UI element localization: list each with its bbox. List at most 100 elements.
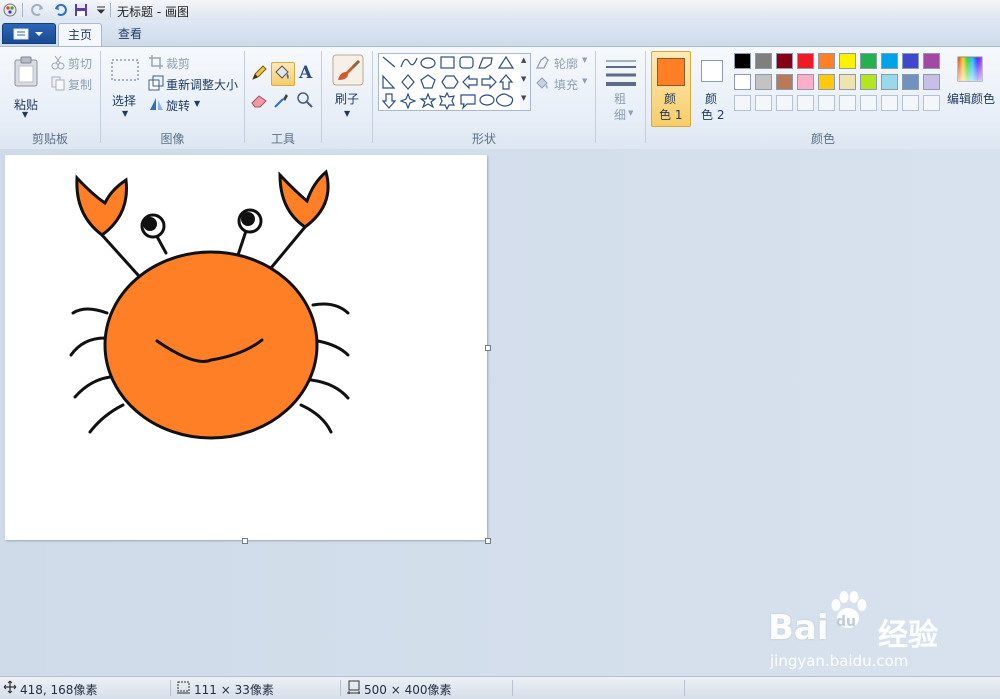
palette-custom-slot[interactable]: [797, 95, 814, 111]
palette-swatch[interactable]: [860, 53, 877, 69]
shapes-group-label: 形状: [471, 132, 496, 146]
save-icon[interactable]: [73, 2, 89, 18]
quick-access-dropdown-icon[interactable]: [93, 2, 109, 18]
pencil-tool-button[interactable]: [249, 63, 271, 85]
palette-swatch[interactable]: [755, 74, 772, 90]
fill-icon: [536, 77, 548, 89]
size-label-1: 粗: [614, 92, 627, 106]
palette-custom-slot[interactable]: [818, 95, 835, 111]
palette-custom-slot[interactable]: [902, 95, 919, 111]
palette-swatch[interactable]: [776, 74, 793, 90]
divider: [340, 680, 341, 696]
palette-swatch[interactable]: [839, 53, 856, 69]
palette-custom-slot[interactable]: [776, 95, 793, 111]
crop-button[interactable]: 裁剪: [166, 55, 190, 72]
copy-button[interactable]: 复制: [68, 76, 92, 93]
palette-swatch[interactable]: [818, 53, 835, 69]
palette-swatch[interactable]: [902, 53, 919, 69]
resize-button[interactable]: 重新调整大小: [166, 76, 238, 93]
palette-swatch[interactable]: [860, 74, 877, 90]
divider: [110, 3, 111, 17]
palette-custom-slot[interactable]: [923, 95, 940, 111]
size-group: 粗 细 ▼: [596, 47, 645, 149]
color1-button[interactable]: 颜 色 1: [651, 51, 691, 127]
pencil-icon: [252, 65, 267, 80]
watermark-brand-du: du: [836, 614, 856, 630]
tools-group: A 工具: [245, 47, 321, 149]
paste-button[interactable]: 粘贴 ▼: [6, 51, 46, 123]
cut-button[interactable]: 剪切: [68, 55, 92, 72]
fill-button[interactable]: 填充: [554, 76, 578, 93]
palette-custom-slot[interactable]: [755, 95, 772, 111]
ribbon: 粘贴 ▼ 剪切 复制 剪贴板 选择 ▼ 裁剪 重新调整大小 旋转 ▼ 图像 A …: [0, 46, 1000, 150]
text-icon: A: [299, 63, 313, 83]
tab-view[interactable]: 查看: [108, 23, 152, 46]
watermark-brand-cn: 经验: [878, 618, 938, 653]
eraser-icon: [251, 95, 267, 108]
resize-handle-right[interactable]: [485, 345, 491, 351]
palette-swatch[interactable]: [881, 53, 898, 69]
shapes-gallery-scroll[interactable]: ▲ ▼ ▼: [520, 53, 531, 111]
palette-custom-slot[interactable]: [881, 95, 898, 111]
app-icon[interactable]: [2, 2, 18, 18]
undo-icon[interactable]: [52, 2, 68, 18]
colors-group: 颜 色 1 颜 色 2 编辑颜色 颜色: [646, 47, 1000, 149]
palette-custom-slot[interactable]: [734, 95, 751, 111]
palette-swatch[interactable]: [734, 74, 751, 90]
image-group-label: 图像: [160, 132, 185, 146]
palette-swatch[interactable]: [734, 53, 751, 69]
drawing-canvas[interactable]: [5, 155, 487, 540]
outline-button[interactable]: 轮廓: [554, 55, 578, 72]
redo-icon[interactable]: [30, 2, 46, 18]
palette-custom-slot[interactable]: [839, 95, 856, 111]
color1-label-1: 颜: [664, 92, 677, 106]
line-width-icon: [606, 60, 636, 86]
fill-tool-button[interactable]: [271, 62, 295, 86]
resize-handle-corner[interactable]: [485, 538, 491, 544]
color2-button[interactable]: 颜 色 2: [695, 51, 731, 127]
rotate-button[interactable]: 旋转: [166, 97, 190, 114]
color2-swatch: [701, 60, 723, 82]
tab-home[interactable]: 主页: [58, 23, 102, 47]
palette-swatch[interactable]: [881, 74, 898, 90]
scroll-up-icon[interactable]: ▲: [521, 56, 526, 64]
watermark-url: jingyan.baidu.com: [770, 652, 909, 670]
cursor-position-icon: [3, 680, 17, 694]
image-size: 500 × 400像素: [364, 683, 452, 697]
gallery-expand-icon[interactable]: ▼: [521, 94, 526, 102]
edit-colors-button[interactable]: 编辑颜色: [946, 51, 998, 127]
palette-swatch[interactable]: [818, 74, 835, 90]
tab-row: 主页 查看: [0, 20, 1000, 47]
colors-group-label: 颜色: [810, 132, 835, 146]
magnifier-tool-button[interactable]: [295, 90, 317, 112]
application-menu-button[interactable]: [2, 23, 56, 44]
color-picker-tool-button[interactable]: [272, 90, 294, 112]
fill-dropdown-icon[interactable]: ▼: [582, 77, 587, 85]
scroll-down-icon[interactable]: ▼: [521, 75, 526, 83]
palette-swatch[interactable]: [923, 53, 940, 69]
brush-button[interactable]: 刷子 ▼: [328, 51, 368, 123]
shapes-gallery[interactable]: [378, 53, 522, 111]
palette-swatch[interactable]: [755, 53, 772, 69]
eraser-tool-button[interactable]: [249, 90, 271, 112]
palette-swatch[interactable]: [797, 74, 814, 90]
outline-dropdown-icon[interactable]: ▼: [582, 56, 587, 64]
palette-swatch[interactable]: [902, 74, 919, 90]
palette-swatch[interactable]: [776, 53, 793, 69]
brush-dropdown-icon: ▼: [344, 109, 351, 118]
resize-handle-bottom[interactable]: [242, 538, 248, 544]
text-tool-button[interactable]: A: [295, 63, 317, 85]
resize-icon: [148, 75, 164, 91]
size-button[interactable]: 粗 细 ▼: [601, 51, 641, 125]
paste-dropdown-icon: ▼: [22, 110, 29, 119]
palette-swatch[interactable]: [797, 53, 814, 69]
select-button[interactable]: 选择 ▼: [107, 51, 143, 123]
crab-drawing: [69, 169, 350, 440]
palette-custom-slot[interactable]: [860, 95, 877, 111]
shapes-gallery-icons: [381, 55, 515, 111]
brush-label: 刷子: [335, 92, 360, 106]
palette-swatch[interactable]: [839, 74, 856, 90]
palette-swatch[interactable]: [923, 74, 940, 90]
divider: [22, 3, 23, 17]
rotate-dropdown-icon[interactable]: ▼: [194, 99, 200, 108]
